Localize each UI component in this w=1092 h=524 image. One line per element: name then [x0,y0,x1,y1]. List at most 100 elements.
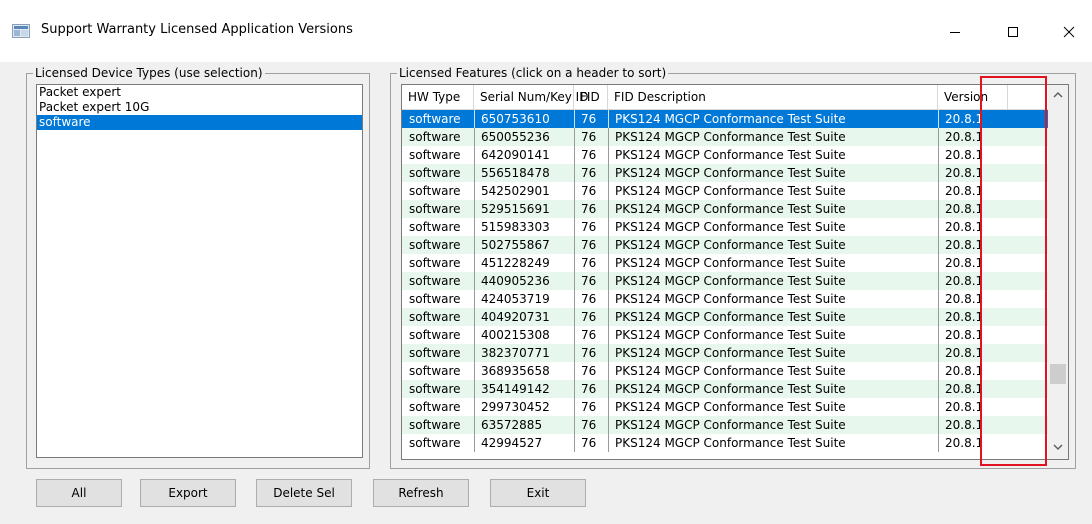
cell-serial: 556518478 [474,164,574,182]
cell-hw-type: software [409,148,461,162]
table-row[interactable]: software 650753610 76 PKS124 MGCP Conforman… [402,110,1048,128]
table-row[interactable]: software 299730452 76 PKS124 MGCP Conforman… [402,398,1048,416]
table-row[interactable]: software 440905236 76 PKS124 MGCP Conforman… [402,272,1048,290]
column-header-hw-type[interactable]: HW Type [402,85,474,109]
cell-fid: 76 [574,146,608,164]
table-row[interactable]: software 515983303 76 PKS124 MGCP Conforman… [402,218,1048,236]
cell-hw-type: software [409,112,461,126]
cell-serial: 451228249 [474,254,574,272]
table-row[interactable]: software 368935658 76 PKS124 MGCP Conforman… [402,362,1048,380]
cell-serial: 354149142 [474,380,574,398]
cell-fid: 76 [574,416,608,434]
cell-serial: 400215308 [474,326,574,344]
cell-fid: 76 [574,254,608,272]
table-row[interactable]: software 400215308 76 PKS124 MGCP Conforman… [402,326,1048,344]
cell-fid-description: PKS124 MGCP Conformance Test Suite [608,344,938,362]
cell-fid-description: PKS124 MGCP Conformance Test Suite [608,416,938,434]
cell-hw-type: software [409,274,461,288]
device-type-list[interactable]: Packet expert Packet expert 10G software [36,84,363,458]
cell-fid: 76 [574,128,608,146]
app-icon [12,24,30,38]
table-row[interactable]: software 556518478 76 PKS124 MGCP Conforman… [402,164,1048,182]
cell-fid: 76 [574,182,608,200]
cell-hw-type: software [409,130,461,144]
cell-serial: 650753610 [474,110,574,128]
cell-fid: 76 [574,362,608,380]
cell-hw-type: software [409,436,461,450]
cell-fid-description: PKS124 MGCP Conformance Test Suite [608,182,938,200]
cell-fid: 76 [574,326,608,344]
minimize-button[interactable] [932,12,978,52]
delete-sel-button[interactable]: Delete Sel [256,479,352,507]
table-row[interactable]: software 354149142 76 PKS124 MGCP Conforman… [402,380,1048,398]
cell-serial: 502755867 [474,236,574,254]
cell-fid-description: PKS124 MGCP Conformance Test Suite [608,218,938,236]
scroll-down-button[interactable] [1048,437,1068,457]
column-header-fid-description[interactable]: FID Description [608,85,938,109]
maximize-button[interactable] [990,12,1036,52]
cell-hw-type: software [409,346,461,360]
cell-fid-description: PKS124 MGCP Conformance Test Suite [608,254,938,272]
table-row[interactable]: software 542502901 76 PKS124 MGCP Conforman… [402,182,1048,200]
cell-fid: 76 [574,236,608,254]
table-row[interactable]: software 42994527 76 PKS124 MGCP Conformanc… [402,434,1048,452]
table-row[interactable]: software 529515691 76 PKS124 MGCP Conforman… [402,200,1048,218]
table-row[interactable]: software 424053719 76 PKS124 MGCP Conforman… [402,290,1048,308]
cell-fid-description: PKS124 MGCP Conformance Test Suite [608,110,938,128]
cell-serial: 368935658 [474,362,574,380]
table-header: HW Type Serial Num/Key ID FID FID Descri… [402,85,1048,110]
version-column-highlight [980,76,1047,466]
cell-fid: 76 [574,218,608,236]
cell-fid-description: PKS124 MGCP Conformance Test Suite [608,164,938,182]
device-item-software[interactable]: software [37,115,362,130]
table-row[interactable]: software 404920731 76 PKS124 MGCP Conforman… [402,308,1048,326]
cell-serial: 440905236 [474,272,574,290]
column-header-fid[interactable]: FID [574,85,608,109]
cell-fid-description: PKS124 MGCP Conformance Test Suite [608,362,938,380]
table-row[interactable]: software 63572885 76 PKS124 MGCP Conformanc… [402,416,1048,434]
cell-hw-type: software [409,292,461,306]
table-row[interactable]: software 451228249 76 PKS124 MGCP Conforman… [402,254,1048,272]
cell-hw-type: software [409,382,461,396]
table-row[interactable]: software 642090141 76 PKS124 MGCP Conforman… [402,146,1048,164]
cell-serial: 650055236 [474,128,574,146]
scroll-thumb[interactable] [1050,364,1066,384]
cell-serial: 299730452 [474,398,574,416]
cell-fid-description: PKS124 MGCP Conformance Test Suite [608,236,938,254]
table-row[interactable]: software 650055236 76 PKS124 MGCP Conforman… [402,128,1048,146]
features-table[interactable]: HW Type Serial Num/Key ID FID FID Descri… [401,84,1069,460]
device-item-packet-expert-10g[interactable]: Packet expert 10G [37,100,362,115]
cell-hw-type: software [409,328,461,342]
all-button[interactable]: All [36,479,122,507]
cell-serial: 42994527 [474,434,574,452]
cell-fid-description: PKS124 MGCP Conformance Test Suite [608,272,938,290]
cell-fid: 76 [574,200,608,218]
cell-serial: 529515691 [474,200,574,218]
cell-fid: 76 [574,380,608,398]
vertical-scrollbar[interactable] [1048,85,1068,459]
export-button[interactable]: Export [140,479,236,507]
cell-fid-description: PKS124 MGCP Conformance Test Suite [608,128,938,146]
window-title: Support Warranty Licensed Application Ve… [41,22,353,37]
cell-hw-type: software [409,256,461,270]
cell-fid-description: PKS124 MGCP Conformance Test Suite [608,290,938,308]
cell-fid-description: PKS124 MGCP Conformance Test Suite [608,200,938,218]
table-row[interactable]: software 382370771 76 PKS124 MGCP Conforman… [402,344,1048,362]
minimize-icon [950,32,960,33]
refresh-button[interactable]: Refresh [373,479,469,507]
chevron-up-icon [1053,91,1063,98]
cell-fid-description: PKS124 MGCP Conformance Test Suite [608,398,938,416]
table-row[interactable]: software 502755867 76 PKS124 MGCP Conforman… [402,236,1048,254]
cell-serial: 424053719 [474,290,574,308]
cell-hw-type: software [409,418,461,432]
cell-fid: 76 [574,110,608,128]
scroll-up-button[interactable] [1048,85,1068,105]
column-header-serial[interactable]: Serial Num/Key ID [474,85,588,109]
cell-serial: 515983303 [474,218,574,236]
device-item-packet-expert[interactable]: Packet expert [37,85,362,100]
cell-fid: 76 [574,398,608,416]
exit-button[interactable]: Exit [490,479,586,507]
cell-hw-type: software [409,400,461,414]
close-button[interactable] [1046,12,1092,52]
cell-fid: 76 [574,434,608,452]
